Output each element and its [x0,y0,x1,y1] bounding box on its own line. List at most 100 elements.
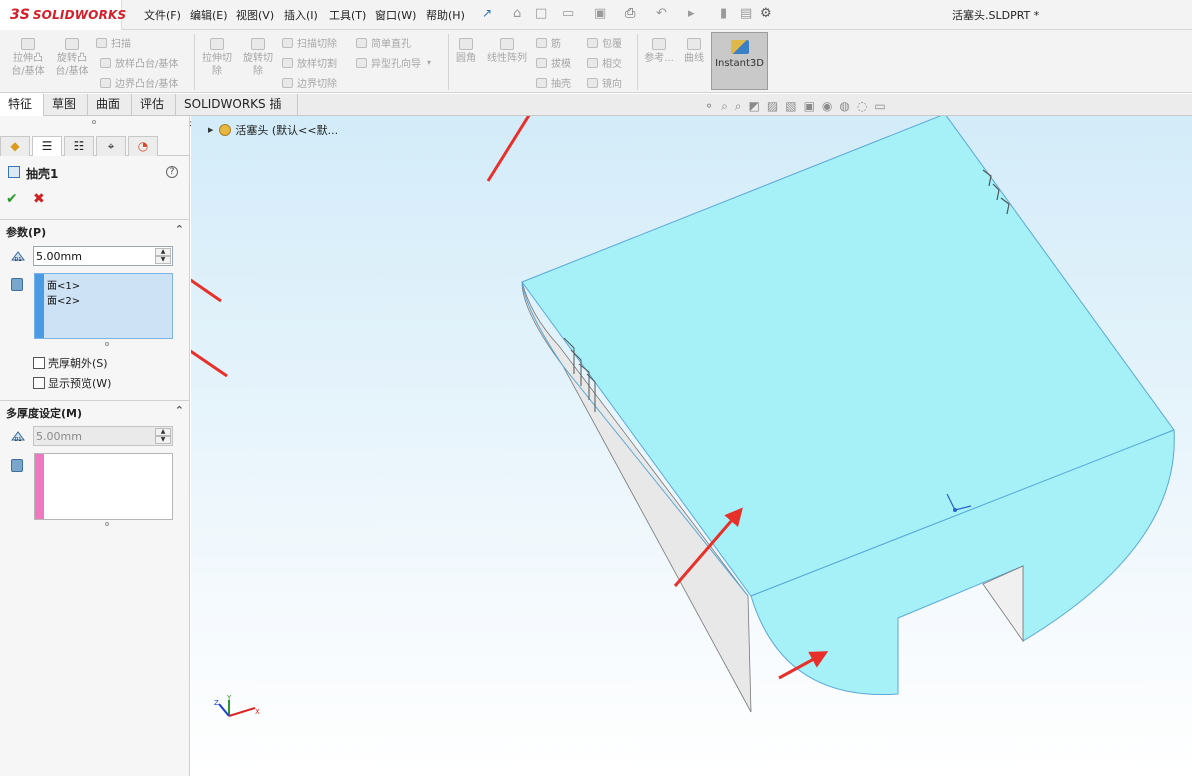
instant3d-button[interactable]: Instant3D [711,32,768,90]
display-manager-tab[interactable]: ◔ [128,136,158,156]
instant3d-icon [730,40,749,54]
undo-icon[interactable]: ↶ [656,6,667,21]
loft-cut-button[interactable]: 放样切割 [282,55,337,70]
previous-view-icon[interactable]: ⌕ [735,99,742,114]
shell-outward-checkbox[interactable]: 壳厚朝外(S) [33,355,108,371]
view-orientation-icon[interactable]: ▧ [785,99,796,114]
tab-evaluate[interactable]: 评估 [132,94,176,116]
pin-icon[interactable]: ↗ [482,6,492,20]
view-settings-icon[interactable]: ▭ [874,99,885,114]
extrude-cut-button[interactable]: 拉伸切 除 [198,38,236,78]
chevron-up-icon[interactable]: ⌃ [175,223,184,236]
intersect-button[interactable]: 相交 [587,55,622,70]
wrap-button[interactable]: 包覆 [587,35,622,50]
new-icon[interactable]: □ [535,6,547,21]
menu-view[interactable]: 视图(V) [236,7,274,23]
zoom-area-icon[interactable]: ⌕ [721,99,728,114]
tab-features[interactable]: 特征 [0,94,44,116]
options-icon[interactable]: ⚙ [760,6,772,21]
heads-up-view-toolbar: ⚬ ⌕ ⌕ ◩ ▨ ▧ ▣ ◉ ◍ ◌ ▭ [704,99,886,114]
mirror-button[interactable]: 镜向 [587,75,622,90]
wrap-label: 包覆 [602,39,622,50]
panel-grip[interactable] [92,120,96,124]
configuration-manager-tab[interactable]: ☷ [64,136,94,156]
faces-to-remove-list[interactable]: 面<1> 面<2> [34,273,173,339]
display-style-icon[interactable]: ▣ [804,99,815,114]
thickness-spinner[interactable]: ▲ ▼ [155,248,171,264]
simple-hole-button[interactable]: 简单直孔 [356,35,411,50]
resize-handle[interactable] [105,342,109,346]
annotation-arrow-shell [486,116,531,182]
select-icon[interactable]: ▸ [688,6,695,21]
menu-window[interactable]: 窗口(W) [375,7,416,23]
rebuild-icon[interactable]: ▮ [720,6,727,21]
file-properties-icon[interactable]: ▤ [740,6,752,21]
menu-tools[interactable]: 工具(T) [329,7,366,23]
face-1-item[interactable]: 面<1> [47,277,80,292]
menu-bar: 3S SOLIDWORKS 文件(F) 编辑(E) 视图(V) 插入(I) 工具… [0,0,1192,30]
feature-manager-tab[interactable]: ◆ [0,136,30,156]
revolve-cut-button[interactable]: 旋转切 除 [239,38,277,78]
sweep-button[interactable]: 扫描 [96,35,131,50]
menu-insert[interactable]: 插入(I) [284,7,318,23]
section-view-icon[interactable]: ◩ [749,99,760,114]
tab-sketch[interactable]: 草图 [44,94,88,116]
cancel-button[interactable]: ✖ [33,191,45,207]
extrude-boss-button[interactable]: 拉伸凸 台/基体 [8,38,48,78]
curves-button[interactable]: 曲线 [680,38,708,65]
dynamic-annotation-icon[interactable]: ▨ [767,99,778,114]
shell-outward-box[interactable] [33,357,45,369]
tab-addins[interactable]: SOLIDWORKS 插件 [176,94,298,132]
logo-text: SOLIDWORKS [32,8,127,22]
dropdown-arrow-icon[interactable]: ▾ [427,58,431,67]
fillet-button[interactable]: 圆角 [452,38,480,65]
show-preview-checkbox[interactable]: 显示预览(W) [33,375,111,391]
hole-wizard-button[interactable]: 异型孔向导 ▾ [356,55,431,70]
resize-handle[interactable] [105,522,109,526]
menu-file[interactable]: 文件(F) [144,7,181,23]
save-icon[interactable]: ▣ [594,6,606,21]
open-icon[interactable]: ▭ [562,6,574,21]
linear-pattern-button[interactable]: 线性阵列 [484,38,530,65]
graphics-area[interactable]: ▶ 活塞头 (默认<<默... ⚬ ⌕ ⌕ ◩ ▨ ▧ ▣ ◉ ◍ ◌ ▭ Y … [191,99,1192,776]
multi-thickness-section-title: 多厚度设定(M) [6,407,83,420]
feature-tree-icon: ◆ [10,139,20,153]
reference-geometry-button[interactable]: 参考... [642,38,676,65]
shell-button[interactable]: 抽壳 [536,75,571,90]
help-icon[interactable]: ? [166,166,178,178]
zoom-to-fit-icon[interactable]: ⚬ [704,99,714,114]
loft-boss-button[interactable]: 放样凸台/基体 [100,55,178,70]
wrap-icon [587,37,598,48]
menu-help[interactable]: 帮助(H) [426,7,465,23]
draft-icon [536,57,547,68]
parameters-section-header[interactable]: 参数(P) ⌃ [0,219,190,241]
revolve-boss-button[interactable]: 旋转凸 台/基体 [52,38,92,78]
boundary-boss-button[interactable]: 边界凸台/基体 [100,75,178,90]
face-2-item[interactable]: 面<2> [47,292,80,307]
dimxpert-tab[interactable]: ⌖ [96,136,126,156]
show-preview-box[interactable] [33,377,45,389]
shell-feature-icon [8,166,20,178]
multi-thickness-faces-list[interactable] [34,453,173,520]
ok-button[interactable]: ✔ [6,191,18,207]
boundary-boss-label: 边界凸台/基体 [115,79,179,90]
tab-surfaces[interactable]: 曲面 [88,94,132,116]
rib-button[interactable]: 筋 [536,35,561,50]
home-icon[interactable]: ⌂ [513,6,521,21]
property-manager-tab[interactable]: ☰ [32,136,62,156]
axis-triad: Y X Z [214,694,260,717]
draft-button[interactable]: 拔模 [536,55,571,70]
boundary-cut-button[interactable]: 边界切除 [282,75,337,90]
solidworks-logo[interactable]: 3S SOLIDWORKS [0,0,126,30]
edit-appearance-icon[interactable]: ◍ [839,99,849,114]
sweep-cut-button[interactable]: 扫描切除 [282,35,337,50]
multi-thickness-section-header[interactable]: 多厚度设定(M) ⌃ [0,400,190,422]
menu-edit[interactable]: 编辑(E) [190,7,228,23]
print-icon[interactable]: ⎙ [625,6,635,21]
instant3d-label: Instant3D [715,58,764,69]
boundary-cut-label: 边界切除 [297,79,337,90]
hide-show-icon[interactable]: ◉ [822,99,832,114]
chevron-up-icon[interactable]: ⌃ [175,404,184,417]
apply-scene-icon[interactable]: ◌ [857,99,867,114]
thickness-input[interactable]: 5.00mm ▲ ▼ [33,246,173,266]
